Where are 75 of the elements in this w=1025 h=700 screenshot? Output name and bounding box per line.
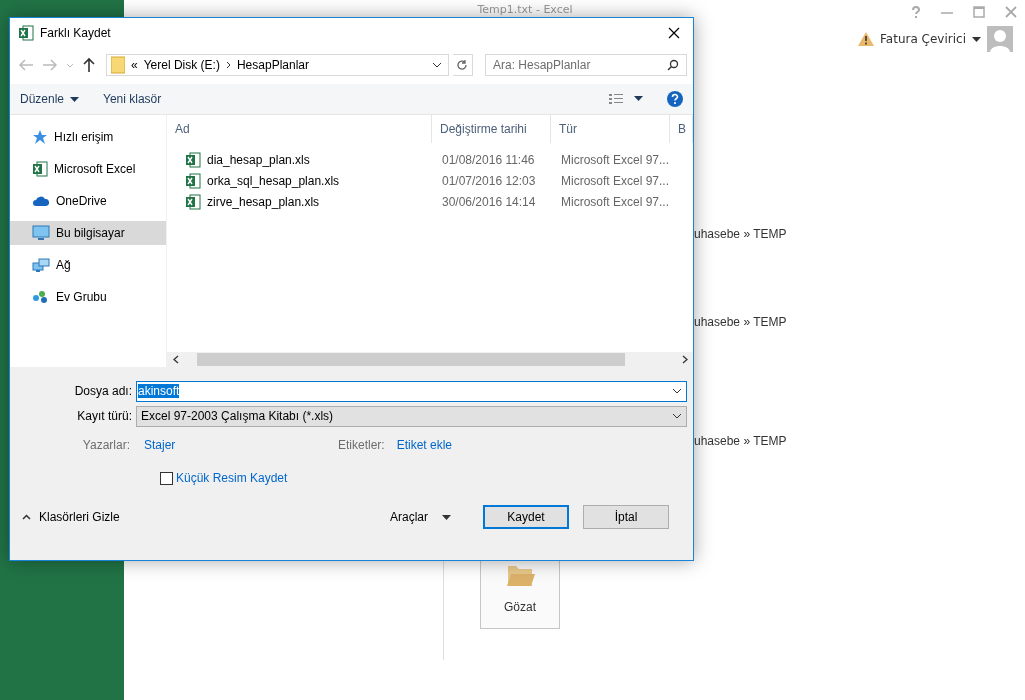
window-title: Temp1.txt - Excel — [476, 3, 574, 16]
close-icon[interactable] — [668, 27, 680, 39]
recent-folder-path[interactable]: uhasebe » TEMP — [694, 227, 787, 241]
folder-icon — [111, 56, 125, 74]
homegroup-icon — [32, 290, 50, 304]
monitor-icon — [32, 225, 50, 241]
field-label: Dosya adı: — [73, 384, 133, 398]
scroll-right-icon[interactable] — [682, 355, 688, 364]
account-name[interactable]: Fatura Çevirici — [880, 32, 966, 46]
cloud-icon — [32, 195, 50, 207]
excel-icon — [32, 161, 48, 177]
column-header[interactable]: B — [670, 115, 693, 143]
chevron-down-icon[interactable] — [672, 413, 682, 419]
file-name-cell[interactable]: dia_hesap_plan.xls — [167, 151, 432, 168]
sidebar-item[interactable]: Ağ — [10, 253, 166, 277]
chevron-down-icon[interactable] — [672, 388, 682, 394]
overflow-crumb[interactable]: « — [131, 58, 138, 72]
view-options-icon[interactable] — [609, 94, 643, 104]
tools-button[interactable]: Araçlar — [390, 510, 451, 524]
column-header[interactable]: Değiştirme tarihi — [432, 115, 551, 143]
breadcrumb[interactable]: Yerel Disk (E:) — [143, 58, 220, 72]
search-icon[interactable] — [667, 59, 679, 71]
scrollbar-thumb[interactable] — [197, 353, 625, 366]
chevron-right-icon[interactable] — [225, 61, 231, 69]
sidebar-item[interactable]: OneDrive — [10, 189, 166, 213]
recent-folder-path[interactable]: uhasebe » TEMP — [694, 434, 787, 448]
chevron-down-icon[interactable] — [431, 62, 442, 68]
sidebar-item[interactable]: Bu bilgisayar — [10, 221, 166, 245]
folder-icon — [505, 564, 535, 588]
column-header[interactable]: Ad — [167, 115, 432, 143]
table-cell-text: Microsoft Excel 97... — [560, 152, 670, 167]
authors-label: Yazarlar: — [81, 438, 131, 452]
star-icon — [32, 129, 48, 145]
chevron-up-icon[interactable] — [22, 514, 31, 520]
column-header[interactable]: Tür — [551, 115, 670, 143]
sidebar-item[interactable]: Ev Grubu — [10, 285, 166, 309]
network-icon — [32, 257, 50, 273]
excel-icon — [18, 25, 34, 41]
thumbnail-checkbox[interactable]: Küçük Resim Kaydet — [160, 471, 687, 485]
address-bar[interactable]: « Yerel Disk (E:) HesapPlanlar — [106, 54, 449, 76]
caret-icon[interactable] — [70, 96, 80, 102]
spreadsheet-file-icon — [185, 193, 201, 210]
save-button[interactable]: Kaydet — [483, 505, 569, 529]
table-cell-text: 01/07/2016 12:03 — [441, 173, 537, 188]
file-name-cell[interactable]: zirve_hesap_plan.xls — [167, 193, 432, 210]
warning-icon — [858, 32, 875, 46]
table-cell-text: 30/06/2016 14:14 — [441, 194, 537, 209]
spreadsheet-file-icon — [185, 172, 201, 189]
field-label: Kayıt türü: — [76, 409, 133, 423]
file-type-dropdown[interactable]: Excel 97-2003 Çalışma Kitabı (*.xls) — [136, 405, 687, 427]
table-cell-text: Microsoft Excel 97... — [560, 173, 670, 188]
new-folder-button[interactable]: Yeni klasör — [103, 92, 162, 106]
organize-button[interactable]: Düzenle — [20, 92, 80, 106]
search-field[interactable]: Ara: HesapPlanlar — [485, 54, 687, 76]
spreadsheet-file-icon — [185, 151, 201, 168]
table-cell-text: Microsoft Excel 97... — [560, 194, 670, 209]
recent-folder-path[interactable]: uhasebe » TEMP — [694, 315, 787, 329]
breadcrumb[interactable]: HesapPlanlar — [236, 58, 309, 72]
file-name-cell[interactable]: orka_sql_hesap_plan.xls — [167, 172, 432, 189]
account-caret-icon[interactable] — [972, 36, 981, 42]
caret-icon[interactable] — [442, 514, 451, 520]
table-cell-text: 01/08/2016 11:46 — [441, 152, 536, 167]
tags-label: Etiketler: — [338, 438, 385, 452]
help-icon[interactable] — [667, 91, 683, 107]
authors-link[interactable]: Stajer — [144, 438, 324, 452]
dialog-title: Farklı Kaydet — [40, 26, 112, 40]
refresh-icon[interactable] — [456, 59, 469, 71]
cancel-button[interactable]: İptal — [583, 505, 669, 529]
add-tag-link[interactable]: Etiket ekle — [396, 438, 577, 452]
hide-folders-button[interactable]: Klasörleri Gizle — [22, 510, 120, 524]
checkbox[interactable] — [160, 471, 173, 485]
file-name-field[interactable]: akinsoft — [136, 380, 687, 402]
scroll-left-icon[interactable] — [173, 355, 179, 364]
sidebar-item[interactable]: Hızlı erişim — [10, 125, 166, 149]
sidebar-item[interactable]: Microsoft Excel — [10, 157, 166, 181]
